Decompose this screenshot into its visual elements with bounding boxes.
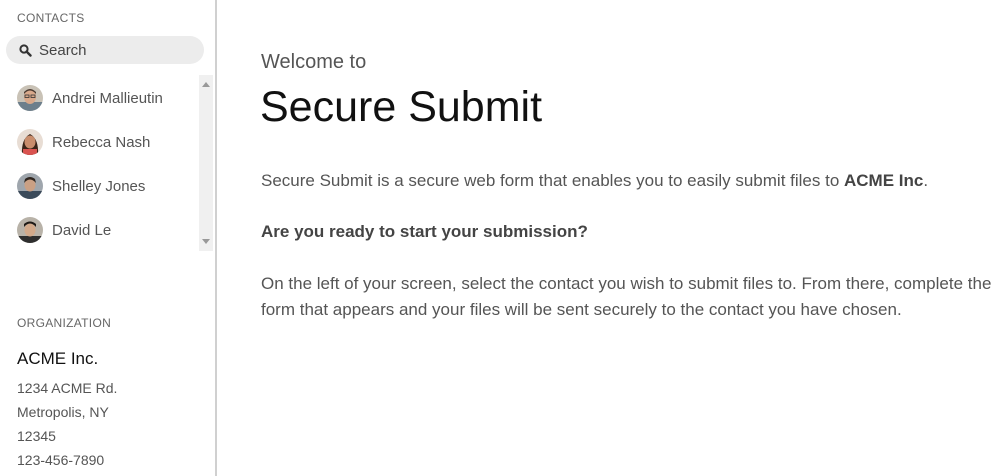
contact-name: David Le	[52, 221, 112, 239]
avatar	[17, 129, 43, 155]
contact-name: Andrei Mallieutin	[52, 89, 163, 107]
contact-item-david-le[interactable]: David Le	[17, 215, 197, 245]
intro-end: .	[923, 171, 929, 190]
organization-heading: ORGANIZATION	[17, 316, 112, 330]
contact-item-andrei-mallieutin[interactable]: Andrei Mallieutin	[17, 83, 197, 113]
intro-paragraph: Secure Submit is a secure web form that …	[261, 168, 1000, 194]
organization-zip: 12345	[17, 428, 56, 444]
app: CONTACTS Search Andrei Mallieutin Rebecc…	[0, 0, 1000, 476]
organization-phone: 123-456-7890	[17, 452, 105, 468]
contact-item-shelley-jones[interactable]: Shelley Jones	[17, 171, 197, 201]
submission-question: Are you ready to start your submission?	[261, 222, 588, 241]
contact-name: Rebecca Nash	[52, 133, 151, 151]
intro-text: Secure Submit is a secure web form that …	[261, 171, 844, 190]
avatar	[17, 85, 43, 111]
search-icon	[19, 43, 32, 57]
organization-name: ACME Inc.	[17, 349, 99, 368]
scroll-down-arrow-icon[interactable]	[202, 239, 210, 244]
search-input[interactable]	[39, 41, 189, 59]
search-box[interactable]	[6, 36, 204, 64]
sidebar: CONTACTS Search Andrei Mallieutin Rebecc…	[0, 0, 217, 476]
avatar	[17, 173, 43, 199]
organization-city-state: Metropolis, NY	[17, 404, 109, 420]
main-content: Welcome to Secure Submit Secure Submit i…	[217, 0, 1000, 476]
page-title: Secure Submit	[260, 83, 543, 131]
instructions-paragraph: On the left of your screen, select the c…	[261, 274, 992, 319]
contacts-heading: CONTACTS	[17, 11, 85, 25]
organization-address: 1234 ACME Rd.	[17, 380, 118, 396]
contact-list: Andrei Mallieutin Rebecca Nash Shelley J…	[0, 75, 215, 251]
welcome-text: Welcome to	[261, 51, 367, 73]
contact-item-rebecca-nash[interactable]: Rebecca Nash	[17, 127, 197, 157]
intro-company: ACME Inc	[844, 171, 924, 190]
scroll-up-arrow-icon[interactable]	[202, 82, 210, 87]
avatar	[17, 217, 43, 243]
contact-name: Shelley Jones	[52, 177, 146, 195]
contact-list-scrollbar[interactable]	[199, 75, 213, 251]
